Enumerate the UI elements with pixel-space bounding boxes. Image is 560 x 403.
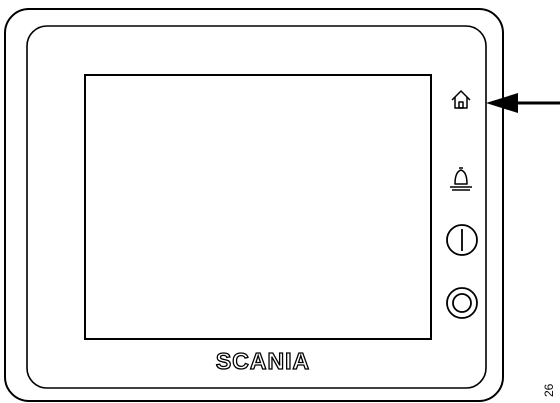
alarm-button[interactable]: [450, 167, 472, 191]
knob-icon: [446, 287, 478, 319]
display-screen: [84, 74, 432, 340]
callout-arrow: [486, 93, 560, 113]
power-icon: [446, 224, 478, 256]
bell-icon: [450, 167, 472, 191]
display-unit-diagram: SCANIA 26: [4, 8, 560, 402]
rotary-knob[interactable]: [446, 287, 478, 319]
brand-logo: SCANIA: [216, 348, 310, 374]
home-icon: [451, 90, 471, 109]
reference-number: 26: [542, 383, 556, 397]
power-button[interactable]: [446, 224, 478, 256]
home-button[interactable]: [451, 90, 471, 109]
